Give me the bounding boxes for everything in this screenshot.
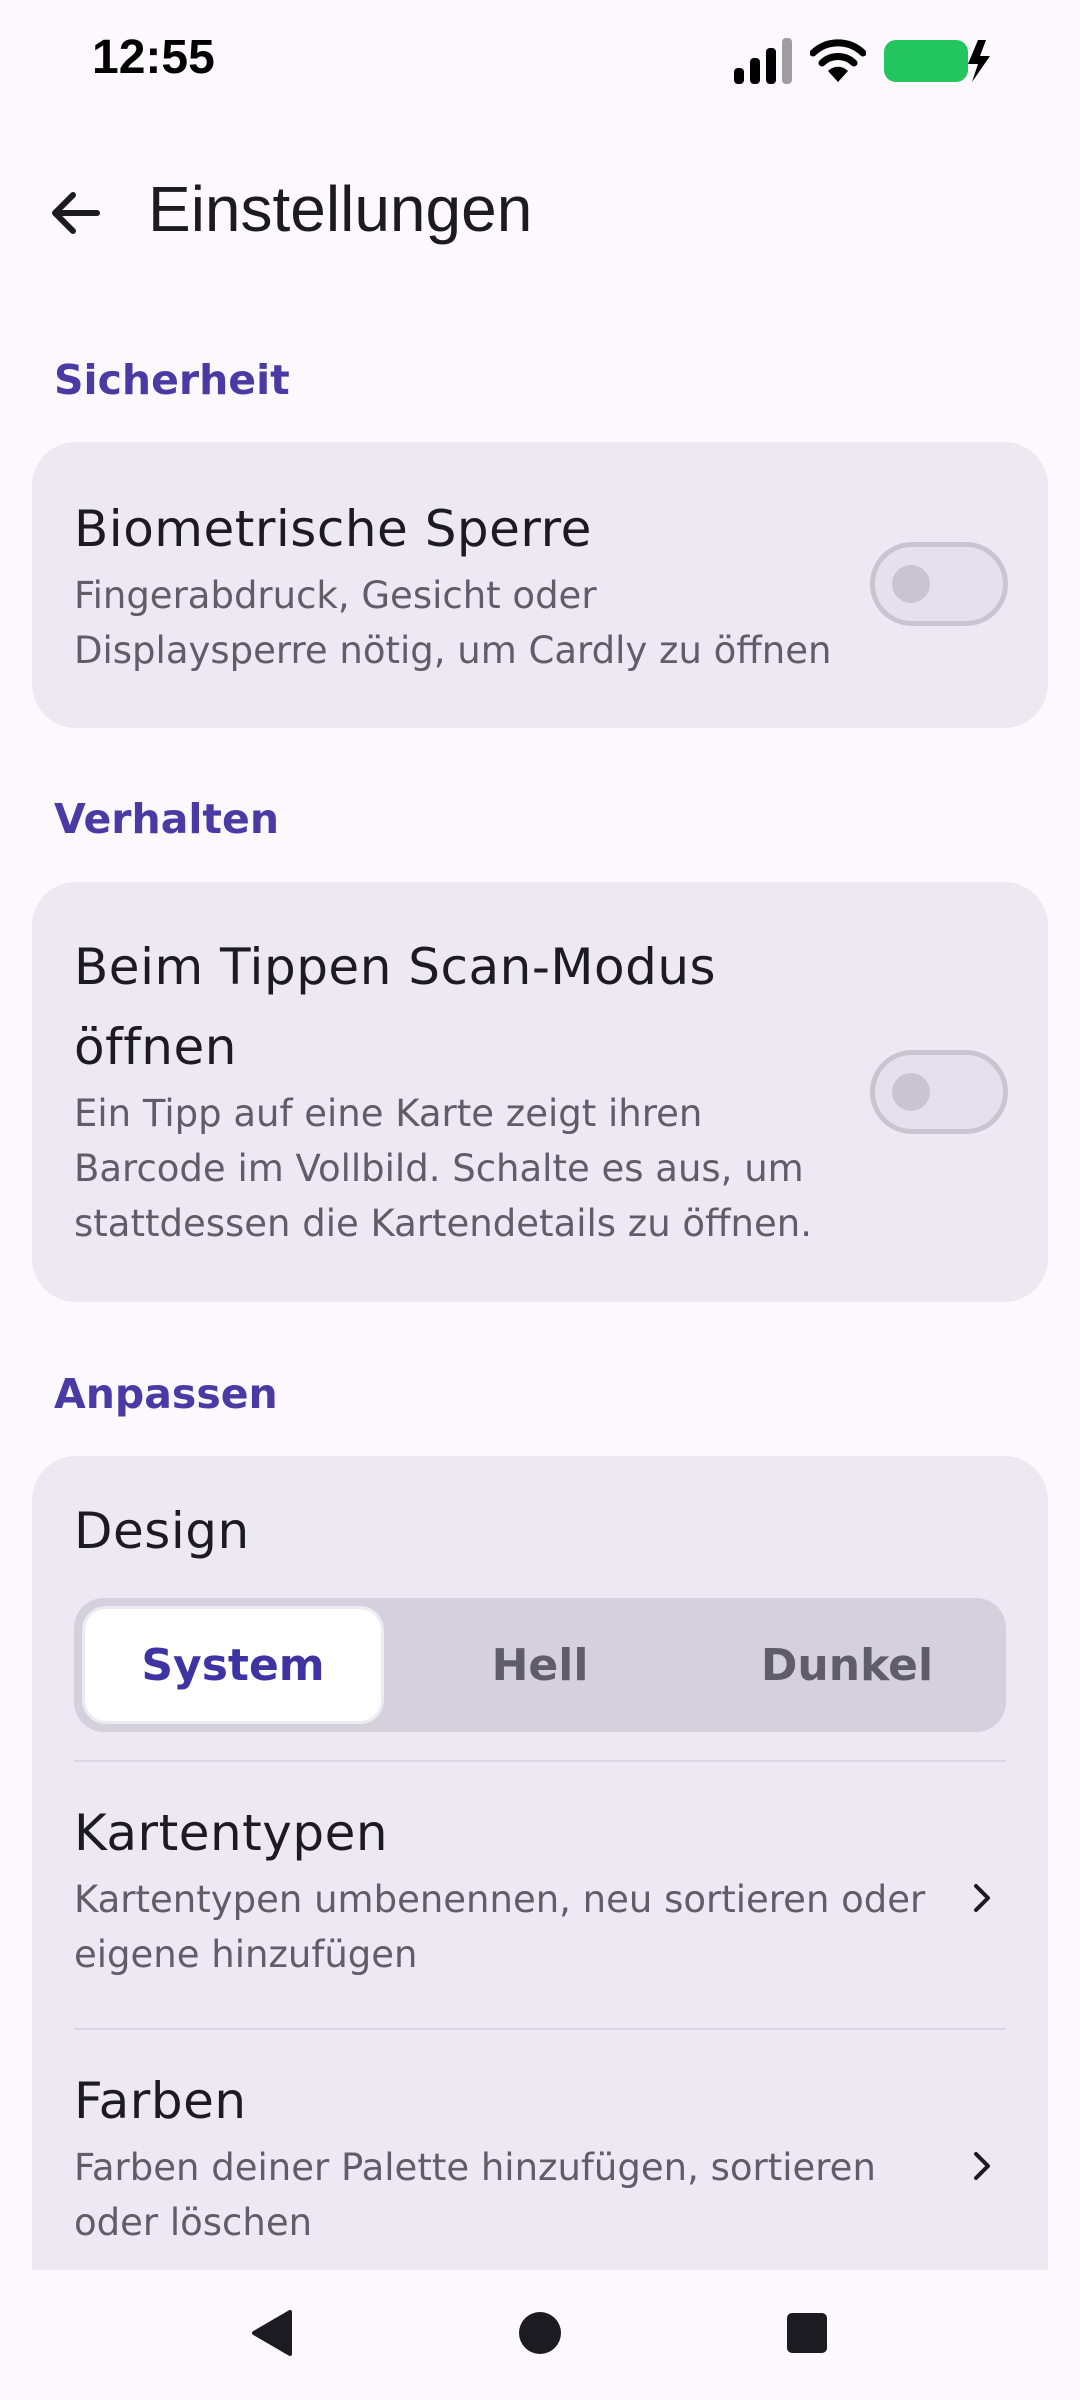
biometric-lock-subtitle-line-2: Displaysperre nötig, um Cardly zu öffnen <box>74 629 832 672</box>
arrow-back-icon <box>47 185 103 245</box>
card-types-subtitle-line-1: Kartentypen umbenennen, neu sortieren od… <box>74 1878 926 1921</box>
scan-mode-card[interactable]: Beim Tippen Scan-Modus öffnen Ein Tipp a… <box>32 882 1048 1302</box>
section-header-behavior: Verhalten <box>54 795 280 843</box>
chevron-right-icon <box>962 2146 1002 2186</box>
switch-thumb <box>892 1073 930 1111</box>
scan-mode-subtitle-line-3: stattdessen die Kartendetails zu öffnen. <box>74 1202 812 1245</box>
design-title: Design <box>74 1502 250 1560</box>
colors-row[interactable]: Farben Farben deiner Palette hinzufügen,… <box>32 2030 1048 2270</box>
section-header-security: Sicherheit <box>54 356 290 404</box>
design-option-light[interactable]: Hell <box>389 1606 691 1724</box>
chevron-right-icon <box>962 1878 1002 1918</box>
triangle-back-icon <box>248 2308 296 2362</box>
biometric-lock-subtitle-line-1: Fingerabdruck, Gesicht oder <box>74 574 597 617</box>
biometric-lock-title: Biometrische Sperre <box>74 500 592 558</box>
scan-mode-subtitle-line-2: Barcode im Vollbild. Schalte es aus, um <box>74 1147 804 1190</box>
customize-card: Design System Hell Dunkel Kartentypen Ka… <box>32 1456 1048 2270</box>
nav-home-button[interactable] <box>500 2295 580 2375</box>
colors-subtitle-line-1: Farben deiner Palette hinzufügen, sortie… <box>74 2146 876 2189</box>
square-recents-icon <box>786 2312 828 2358</box>
design-option-system[interactable]: System <box>82 1606 384 1724</box>
back-button[interactable] <box>30 170 120 260</box>
scan-mode-subtitle-line-1: Ein Tipp auf eine Karte zeigt ihren <box>74 1092 703 1135</box>
page-title: Einstellungen <box>148 173 533 245</box>
scan-mode-switch[interactable] <box>870 1050 1008 1134</box>
scan-mode-title-line-1: Beim Tippen Scan-Modus <box>74 938 717 996</box>
card-types-subtitle-line-2: eigene hinzufügen <box>74 1933 418 1976</box>
settings-content[interactable]: Einstellungen Sicherheit Biometrische Sp… <box>0 0 1080 2270</box>
top-app-bar: Einstellungen <box>0 140 1080 270</box>
colors-title: Farben <box>74 2072 247 2130</box>
design-segmented-control: System Hell Dunkel <box>74 1598 1006 1732</box>
card-types-row[interactable]: Kartentypen Kartentypen umbenennen, neu … <box>32 1762 1048 2028</box>
system-navigation-bar <box>0 2270 1080 2400</box>
nav-back-button[interactable] <box>232 2295 312 2375</box>
biometric-lock-switch[interactable] <box>870 542 1008 626</box>
biometric-lock-card[interactable]: Biometrische Sperre Fingerabdruck, Gesic… <box>32 442 1048 728</box>
settings-screen: 12:55 Einstellungen Sicherheit Biometris… <box>0 0 1080 2400</box>
circle-home-icon <box>517 2310 563 2360</box>
card-types-title: Kartentypen <box>74 1804 389 1862</box>
nav-recents-button[interactable] <box>767 2295 847 2375</box>
design-option-dark[interactable]: Dunkel <box>696 1606 998 1724</box>
scan-mode-title-line-2: öffnen <box>74 1018 237 1076</box>
switch-thumb <box>892 565 930 603</box>
section-header-customize: Anpassen <box>54 1370 278 1418</box>
colors-subtitle-line-2: oder löschen <box>74 2201 313 2244</box>
